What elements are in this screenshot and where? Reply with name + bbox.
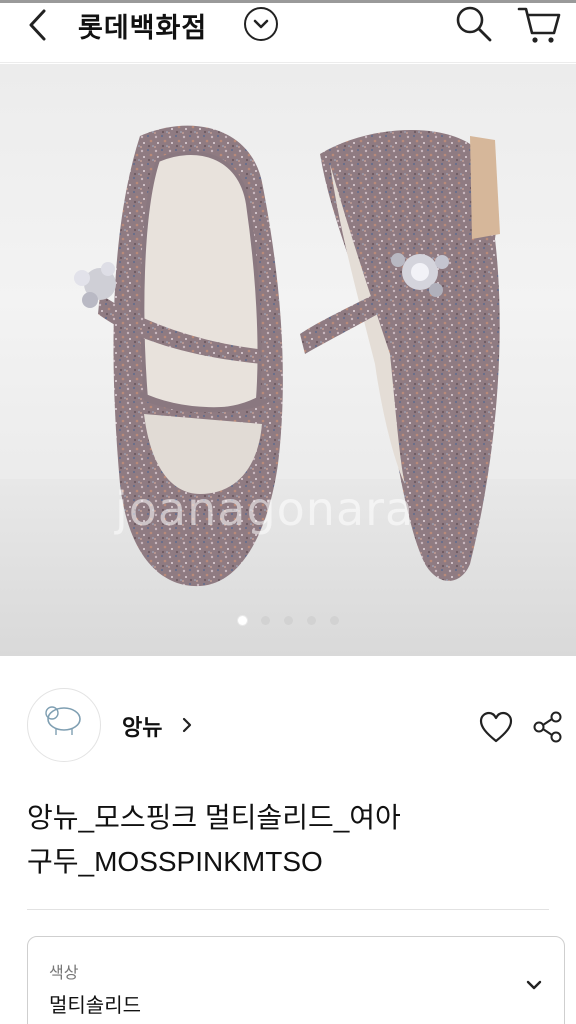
product-name-line1: 앙뉴_모스핑크 멀티솔리드_여아 [27,802,401,833]
pagination-dot[interactable] [306,616,316,625]
option-value: 멀티솔리드 [49,993,141,1017]
pagination-dot-active[interactable] [237,616,247,625]
product-name: 앙뉴_모스핑크 멀티솔리드_여아 구두_MOSSPINKMTSO [27,796,557,884]
back-arrow-icon [29,9,46,41]
color-option-select[interactable]: 색상 멀티솔리드 [27,936,565,1024]
share-icon [533,711,562,743]
pagination-dot[interactable] [260,616,270,625]
sheep-logo-icon [45,706,81,735]
chevron-down-icon [526,980,542,990]
image-watermark: joanagonara [115,482,415,536]
share-button[interactable] [532,710,564,744]
cart-icon [517,7,561,43]
store-title: 롯데백화점 [78,12,208,44]
product-image [74,125,500,587]
brand-row: 앙뉴 [0,688,576,768]
heart-icon [479,711,513,743]
cart-button[interactable] [516,3,562,45]
brand-chevron[interactable] [178,714,196,736]
search-icon [456,6,492,42]
pagination-dot[interactable] [283,616,293,625]
gallery-pagination [0,616,576,625]
search-button[interactable] [452,3,494,45]
wishlist-button[interactable] [478,710,514,744]
section-divider [27,909,549,910]
brand-name-link[interactable]: 앙뉴 [122,710,162,742]
option-label: 색상 [49,963,79,982]
back-button[interactable] [22,5,62,45]
store-switch-button[interactable] [244,7,278,41]
chevron-down-icon [253,19,269,29]
brand-logo[interactable] [27,688,101,762]
option-chevron [524,977,544,993]
store-title-wrap: 롯데백화점 [78,3,207,47]
pagination-dot[interactable] [329,616,339,625]
chevron-right-icon [182,717,192,733]
app-header: 롯데백화점 [0,3,576,63]
product-image-gallery[interactable]: joanagonara [0,64,576,656]
product-name-line2: 구두_MOSSPINKMTSO [27,846,323,877]
